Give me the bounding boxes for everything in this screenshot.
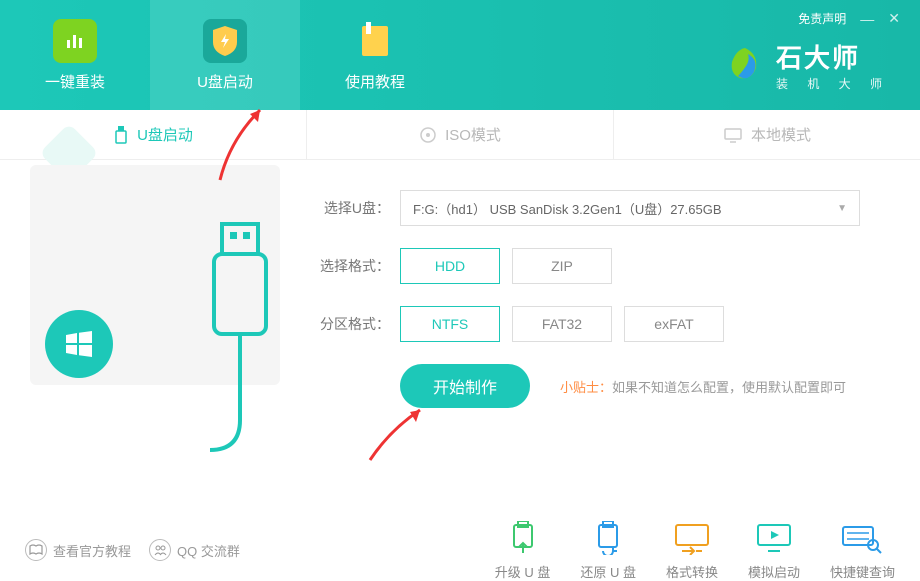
nav-tab-usb[interactable]: U盘启动 [150,0,300,110]
form-pane: 选择U盘： F:G:（hd1） USB SanDisk 3.2Gen1（U盘）2… [310,160,920,520]
disk-row: 选择U盘： F:G:（hd1） USB SanDisk 3.2Gen1（U盘）2… [310,190,880,226]
tip-body: 如果不知道怎么配置，使用默认配置即可 [612,380,846,395]
sub-tab-label: U盘启动 [137,124,193,145]
tool-label: 快捷键查询 [830,562,895,581]
partition-option-fat32[interactable]: FAT32 [512,306,612,342]
illustration-pane [0,160,310,520]
nav-tabs: 一键重装 U盘启动 使用教程 [0,0,450,110]
disk-label: 选择U盘： [310,198,390,218]
partition-option-exfat[interactable]: exFAT [624,306,724,342]
qq-link[interactable]: QQ 交流群 [149,539,240,561]
tool-format-convert[interactable]: 格式转换 [666,520,718,581]
windows-badge [45,310,113,378]
tutorial-link[interactable]: 查看官方教程 [25,539,131,561]
iso-icon [419,126,437,144]
start-button[interactable]: 开始制作 [400,364,530,408]
tip-prefix: 小贴士： [560,380,612,395]
keyboard-search-icon [841,520,883,556]
play-monitor-icon [753,520,795,556]
content-area: 选择U盘： F:G:（hd1） USB SanDisk 3.2Gen1（U盘）2… [0,160,920,520]
partition-options: NTFS FAT32 exFAT [400,306,724,342]
disclaimer-link[interactable]: 免责声明 [798,10,846,27]
format-row: 选择格式： HDD ZIP [310,248,880,284]
usb-up-icon [502,520,544,556]
tool-label: 还原 U 盘 [580,562,636,581]
logo-tagline: 装 机 大 师 [776,75,890,92]
bottom-links: 查看官方教程 QQ 交流群 [25,539,240,561]
partition-row: 分区格式： NTFS FAT32 exFAT [310,306,880,342]
shield-bolt-icon [203,19,247,63]
tool-restore-usb[interactable]: 还原 U 盘 [580,520,636,581]
tool-label: 模拟启动 [748,562,800,581]
logo-name: 石大师 [776,38,890,75]
format-label: 选择格式： [310,256,390,276]
tool-label: 格式转换 [666,562,718,581]
sub-tab-iso[interactable]: ISO模式 [307,110,614,159]
format-option-hdd[interactable]: HDD [400,248,500,284]
tool-hotkey-search[interactable]: 快捷键查询 [830,520,895,581]
app-logo: 石大师 装 机 大 师 [724,38,890,92]
nav-label: U盘启动 [197,71,253,92]
sub-tab-label: 本地模式 [751,124,811,145]
start-row: 开始制作 小贴士：如果不知道怎么配置，使用默认配置即可 [400,364,880,408]
sub-tab-label: ISO模式 [445,124,501,145]
people-icon [149,539,171,561]
partition-option-ntfs[interactable]: NTFS [400,306,500,342]
link-label: QQ 交流群 [177,541,240,560]
minimize-button[interactable]: — [860,11,874,27]
logo-icon [724,44,766,86]
usb-icon [113,125,129,145]
tool-buttons: 升级 U 盘 还原 U 盘 格式转换 模拟启动 快捷键查询 [495,520,895,581]
chevron-down-icon: ▼ [837,203,847,214]
convert-icon [671,520,713,556]
windows-icon [62,327,96,361]
bar-chart-icon [53,19,97,63]
tool-simulate-boot[interactable]: 模拟启动 [748,520,800,581]
link-label: 查看官方教程 [53,541,131,560]
close-button[interactable]: ✕ [888,10,900,27]
sub-tabs: U盘启动 ISO模式 本地模式 [0,110,920,160]
monitor-icon [723,127,743,143]
bottom-bar: 查看官方教程 QQ 交流群 升级 U 盘 还原 U 盘 格式转换 模拟启动 快捷 [0,520,920,580]
sub-tab-local[interactable]: 本地模式 [614,110,920,159]
partition-label: 分区格式： [310,314,390,334]
nav-label: 使用教程 [345,71,405,92]
tool-label: 升级 U 盘 [495,562,551,581]
nav-label: 一键重装 [45,71,105,92]
disk-value: F:G:（hd1） USB SanDisk 3.2Gen1（U盘）27.65GB [413,199,722,218]
usb-illustration [200,220,280,485]
window-controls: 免责声明 — ✕ [798,10,900,27]
nav-tab-reinstall[interactable]: 一键重装 [0,0,150,110]
format-option-zip[interactable]: ZIP [512,248,612,284]
format-options: HDD ZIP [400,248,612,284]
usb-restore-icon [587,520,629,556]
book-icon [353,19,397,63]
tip-text: 小贴士：如果不知道怎么配置，使用默认配置即可 [560,377,846,396]
app-header: 一键重装 U盘启动 使用教程 免责声明 — ✕ 石大师 装 机 大 师 [0,0,920,110]
book-open-icon [25,539,47,561]
nav-tab-tutorial[interactable]: 使用教程 [300,0,450,110]
tool-upgrade-usb[interactable]: 升级 U 盘 [495,520,551,581]
disk-select[interactable]: F:G:（hd1） USB SanDisk 3.2Gen1（U盘）27.65GB… [400,190,860,226]
